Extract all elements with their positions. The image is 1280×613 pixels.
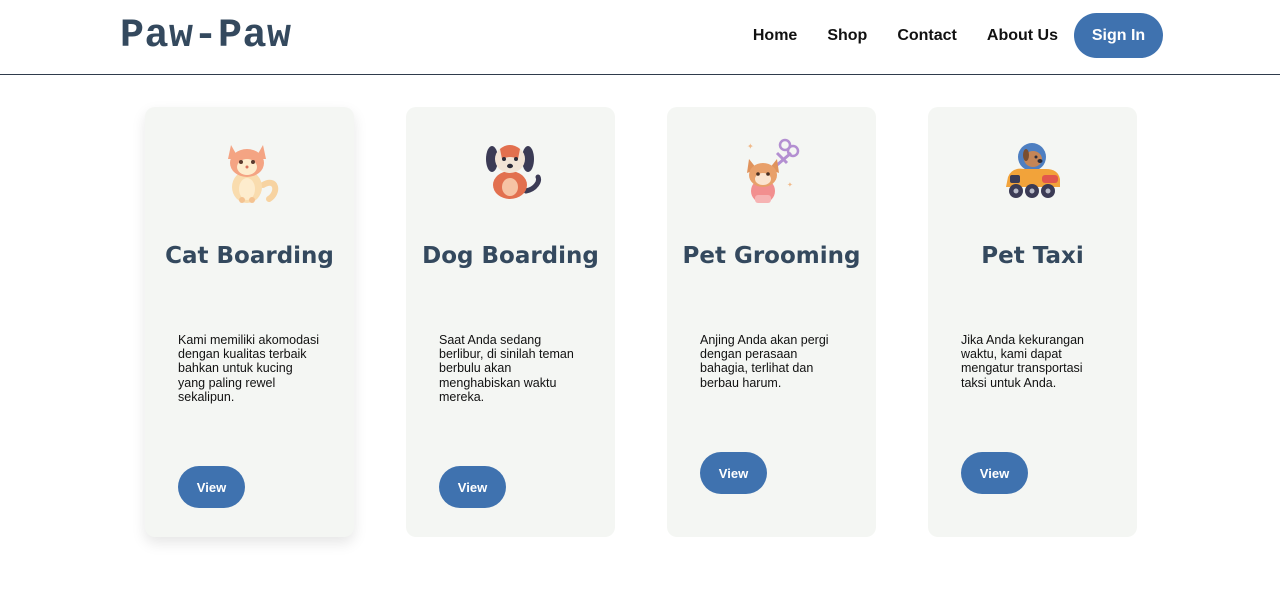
nav-shop-link[interactable]: Shop: [827, 27, 867, 45]
card-description: Kami memiliki akomodasi dengan kualitas …: [178, 333, 320, 404]
card-description: Jika Anda kekurangan waktu, kami dapat m…: [961, 333, 1085, 390]
svg-text:✦: ✦: [787, 181, 793, 189]
pet-taxi-icon: [1006, 143, 1060, 198]
card-title: Dog Boarding: [422, 243, 599, 269]
view-button[interactable]: View: [700, 452, 767, 494]
svg-text:✦: ✦: [747, 142, 754, 151]
nav-home-link[interactable]: Home: [753, 27, 797, 45]
service-card-cat-boarding: Cat Boarding Kami memiliki akomodasi den…: [145, 107, 354, 537]
dog-icon: [486, 145, 541, 199]
view-button[interactable]: View: [178, 466, 245, 508]
view-button[interactable]: View: [439, 466, 506, 508]
card-description: Anjing Anda akan pergi dengan perasaan b…: [700, 333, 829, 390]
view-button[interactable]: View: [961, 452, 1028, 494]
cat-icon: [228, 145, 279, 203]
card-title: Pet Grooming: [682, 243, 861, 269]
site-header: Paw-Paw Home Shop Contact About Us Sign …: [0, 0, 1280, 75]
service-card-dog-boarding: Dog Boarding Saat Anda sedang berlibur, …: [406, 107, 615, 537]
nav-contact-link[interactable]: Contact: [897, 27, 957, 45]
site-logo[interactable]: Paw-Paw: [120, 14, 292, 59]
sign-in-button[interactable]: Sign In: [1074, 13, 1163, 58]
service-card-pet-grooming: ✦ ✦ Pet Grooming Anjing Anda akan pergi …: [667, 107, 876, 537]
service-card-pet-taxi: Pet Taxi Jika Anda kekurangan waktu, kam…: [928, 107, 1137, 537]
card-title: Cat Boarding: [165, 243, 334, 269]
main-nav: Home Shop Contact About Us Sign In: [753, 13, 1163, 58]
card-description: Saat Anda sedang berlibur, di sinilah te…: [439, 333, 574, 404]
grooming-icon: ✦ ✦: [747, 138, 800, 203]
nav-about-link[interactable]: About Us: [987, 27, 1058, 45]
card-title: Pet Taxi: [981, 243, 1084, 269]
